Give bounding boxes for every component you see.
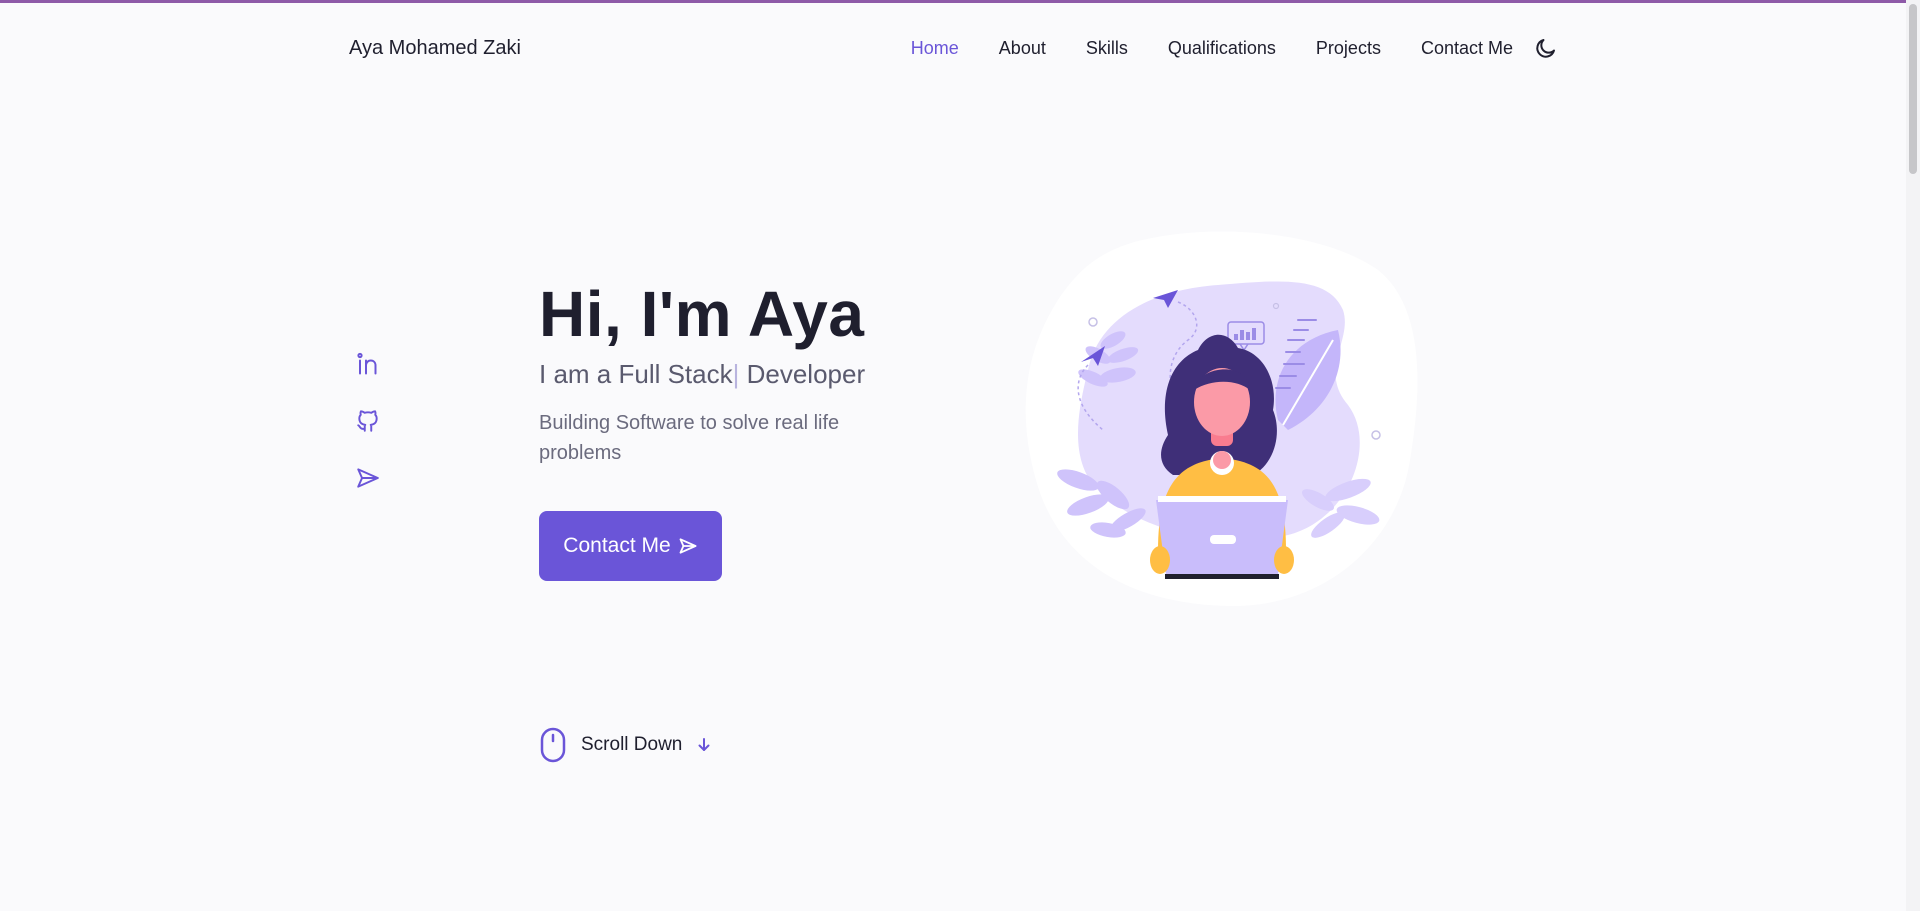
typed-text: I am a Full Stack (539, 359, 733, 389)
nav-contact[interactable]: Contact Me (1421, 38, 1513, 59)
send-icon (357, 468, 379, 488)
hero-description: Building Software to solve real life pro… (539, 412, 840, 464)
page-scrollbar[interactable] (1906, 0, 1920, 911)
hero-illustration (1018, 230, 1423, 608)
brand-name[interactable]: Aya Mohamed Zaki (349, 37, 521, 60)
linkedin-link[interactable] (354, 350, 382, 378)
scroll-down-link[interactable]: Scroll Down (539, 727, 712, 763)
scrollbar-thumb[interactable] (1909, 4, 1917, 174)
hero-subtitle: I am a Full Stack| Developer (539, 356, 959, 392)
site-header: Aya Mohamed Zaki Home About Skills Quali… (349, 30, 1559, 66)
nav-projects[interactable]: Projects (1316, 38, 1381, 59)
social-links (352, 350, 384, 521)
nav-about[interactable]: About (999, 38, 1046, 59)
subtitle-role: Developer (739, 359, 866, 389)
nav-qualifications[interactable]: Qualifications (1168, 38, 1276, 59)
contact-me-button[interactable]: Contact Me (539, 511, 722, 581)
contact-me-label: Contact Me (563, 534, 671, 557)
arrow-down-wrapper (696, 737, 712, 753)
hero-title: Hi, I'm Aya (539, 278, 865, 350)
top-accent-stripe (0, 0, 1920, 3)
hero-section: Hi, I'm Aya I am a Full Stack| Developer… (539, 276, 959, 468)
linkedin-icon (357, 352, 377, 375)
arrow-down-icon (698, 738, 710, 751)
send-icon (679, 538, 697, 554)
nav-skills[interactable]: Skills (1086, 38, 1128, 59)
mouse-icon (540, 727, 566, 763)
theme-toggle-button[interactable] (1533, 35, 1559, 61)
github-icon (357, 410, 378, 432)
github-link[interactable] (354, 407, 382, 435)
main-nav: Home About Skills Qualifications Project… (871, 35, 1559, 61)
scroll-down-label: Scroll Down (581, 734, 683, 755)
developer-illustration (1025, 231, 1418, 607)
nav-home[interactable]: Home (911, 38, 959, 59)
moon-icon (1536, 39, 1555, 58)
telegram-link[interactable] (354, 464, 382, 492)
